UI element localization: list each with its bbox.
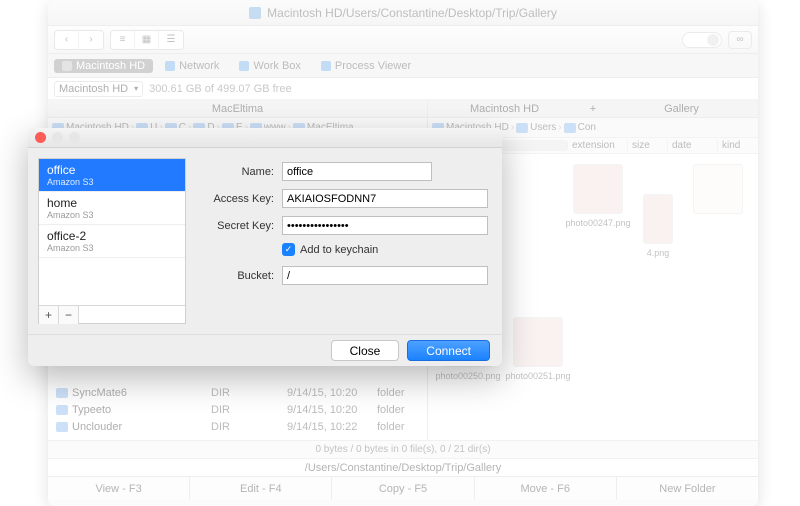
- secret-key-label: Secret Key:: [200, 220, 282, 232]
- file-row[interactable]: TypeetoDIR9/14/15, 10:20folder: [48, 401, 427, 418]
- title-bar: Macintosh HD /Users/Constantine/Desktop/…: [48, 0, 758, 26]
- view-group: ≡ ▦ ☰: [110, 30, 184, 50]
- path-bar: /Users/Constantine/Desktop/Trip/Gallery: [48, 458, 758, 476]
- disk-row: Macintosh HD▾ 300.61 GB of 499.07 GB fre…: [48, 78, 758, 100]
- bucket-input[interactable]: [282, 266, 488, 285]
- minimize-icon: [52, 132, 63, 143]
- folder-icon: [564, 123, 576, 133]
- zoom-icon: [69, 132, 80, 143]
- view-grid-button[interactable]: ▦: [135, 31, 159, 49]
- account-item[interactable]: office Amazon S3: [39, 159, 185, 192]
- fkey-edit[interactable]: Edit - F4: [190, 477, 332, 500]
- location-tab[interactable]: Work Box: [231, 59, 308, 73]
- thumbnail[interactable]: photo00251.png: [508, 317, 568, 392]
- connect-button[interactable]: Connect: [407, 340, 490, 361]
- fkey-move[interactable]: Move - F6: [475, 477, 617, 500]
- add-account-button[interactable]: +: [39, 306, 59, 324]
- network-icon: [165, 61, 175, 71]
- name-label: Name:: [200, 166, 282, 178]
- location-tab[interactable]: Process Viewer: [313, 59, 419, 73]
- folder-icon: [56, 422, 68, 432]
- access-key-input[interactable]: [282, 189, 488, 208]
- forward-button[interactable]: ›: [79, 31, 103, 49]
- center-pane-title[interactable]: Macintosh HD: [428, 100, 581, 118]
- back-button[interactable]: ‹: [55, 31, 79, 49]
- disk-icon: [249, 7, 261, 19]
- fkey-newfolder[interactable]: New Folder: [617, 477, 758, 500]
- location-tab-active[interactable]: Macintosh HD: [54, 59, 153, 73]
- keychain-checkbox[interactable]: ✓: [282, 243, 295, 256]
- close-icon[interactable]: [35, 132, 46, 143]
- location-tab[interactable]: Network: [157, 59, 227, 73]
- folder-icon: [516, 123, 528, 133]
- access-key-label: Access Key:: [200, 193, 282, 205]
- account-item[interactable]: home Amazon S3: [39, 192, 185, 225]
- title-path: /Users/Constantine/Desktop/Trip/Gallery: [343, 6, 557, 20]
- left-pane-title: MacEltima: [48, 100, 427, 118]
- account-item[interactable]: office-2 Amazon S3: [39, 225, 185, 258]
- dialog-titlebar[interactable]: [28, 128, 502, 148]
- folder-icon: [56, 405, 68, 415]
- bucket-label: Bucket:: [200, 270, 282, 282]
- fkey-bar: View - F3 Edit - F4 Copy - F5 Move - F6 …: [48, 476, 758, 500]
- title-disk: Macintosh HD: [267, 6, 342, 20]
- view-col-button[interactable]: ☰: [159, 31, 183, 49]
- secret-key-input[interactable]: [282, 216, 488, 235]
- file-row[interactable]: SyncMate6DIR9/14/15, 10:20folder: [48, 384, 427, 401]
- fkey-copy[interactable]: Copy - F5: [332, 477, 474, 500]
- fkey-view[interactable]: View - F3: [48, 477, 190, 500]
- account-form: Name: Access Key: Secret Key: ✓ Add to ke…: [196, 148, 502, 334]
- accounts-sidebar: office Amazon S3 home Amazon S3 office-2…: [38, 158, 186, 324]
- disk-selector[interactable]: Macintosh HD▾: [54, 81, 143, 97]
- close-button[interactable]: Close: [331, 340, 400, 361]
- file-row[interactable]: UnclouderDIR9/14/15, 10:22folder: [48, 418, 427, 435]
- toggle-switch[interactable]: [682, 32, 722, 48]
- disk-free-label: 300.61 GB of 499.07 GB free: [149, 83, 291, 95]
- add-tab-button[interactable]: +: [581, 100, 605, 118]
- location-bar: Macintosh HD Network Work Box Process Vi…: [48, 54, 758, 78]
- status-bar: 0 bytes / 0 bytes in 0 file(s), 0 / 21 d…: [48, 440, 758, 458]
- remove-account-button[interactable]: −: [59, 306, 79, 324]
- keychain-label: Add to keychain: [300, 244, 378, 256]
- nav-group: ‹ ›: [54, 30, 104, 50]
- disk-icon: [62, 61, 72, 71]
- thumbnail[interactable]: [688, 164, 748, 239]
- toolbar: ‹ › ≡ ▦ ☰ ∞: [48, 26, 758, 54]
- folder-icon: [56, 388, 68, 398]
- connection-dialog: office Amazon S3 home Amazon S3 office-2…: [28, 128, 502, 366]
- link-icon[interactable]: ∞: [728, 31, 752, 49]
- view-list-button[interactable]: ≡: [111, 31, 135, 49]
- name-input[interactable]: [282, 162, 432, 181]
- process-icon: [321, 61, 331, 71]
- thumbnail[interactable]: 4.png: [638, 194, 678, 269]
- dropbox-icon: [239, 61, 249, 71]
- thumbnail[interactable]: photo00247.png: [568, 164, 628, 239]
- right-pane-title: Gallery: [605, 100, 758, 118]
